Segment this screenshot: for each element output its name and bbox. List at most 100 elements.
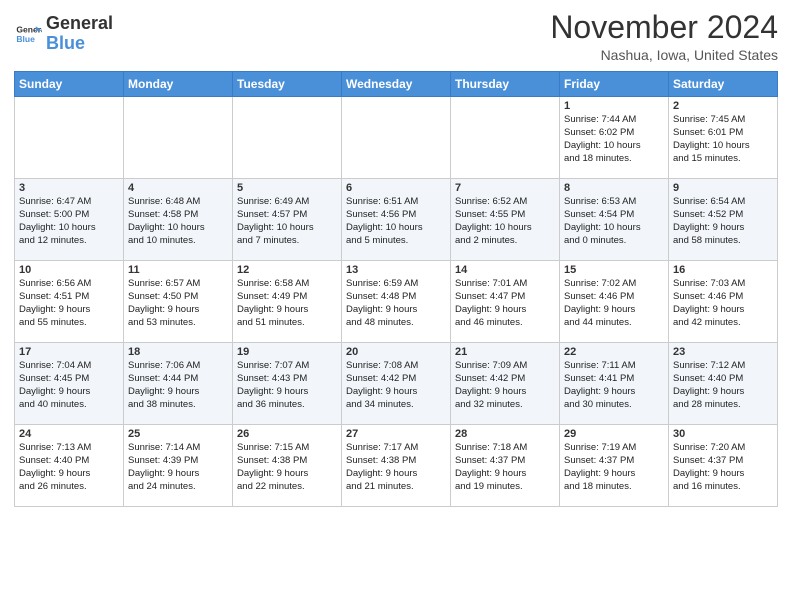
calendar-week-row: 10 Sunrise: 6:56 AM Sunset: 4:51 PM Dayli… — [15, 261, 778, 343]
cell-info: Sunrise: 7:06 AM Sunset: 4:44 PM Dayligh… — [128, 360, 228, 411]
svg-text:Blue: Blue — [16, 34, 35, 44]
cell-info: Sunrise: 7:02 AM Sunset: 4:46 PM Dayligh… — [564, 278, 664, 329]
calendar-cell — [124, 97, 233, 179]
calendar-cell: 16 Sunrise: 7:03 AM Sunset: 4:46 PM Dayli… — [669, 261, 778, 343]
logo-icon: General Blue — [14, 20, 42, 48]
day-number: 1 — [564, 100, 664, 112]
cell-info: Sunrise: 7:17 AM Sunset: 4:38 PM Dayligh… — [346, 442, 446, 493]
cell-info: Sunrise: 7:01 AM Sunset: 4:47 PM Dayligh… — [455, 278, 555, 329]
calendar-cell: 10 Sunrise: 6:56 AM Sunset: 4:51 PM Dayli… — [15, 261, 124, 343]
calendar-cell: 24Sunrise: 7:13 AM Sunset: 4:40 PM Dayli… — [15, 425, 124, 507]
cell-info: Sunrise: 7:09 AM Sunset: 4:42 PM Dayligh… — [455, 360, 555, 411]
main-container: General Blue General Blue November 2024 … — [0, 0, 792, 517]
cell-info: Sunrise: 7:07 AM Sunset: 4:43 PM Dayligh… — [237, 360, 337, 411]
calendar-cell: 23 Sunrise: 7:12 AM Sunset: 4:40 PM Dayli… — [669, 343, 778, 425]
cell-info: Sunrise: 6:48 AM Sunset: 4:58 PM Dayligh… — [128, 196, 228, 247]
cell-info: Sunrise: 6:53 AM Sunset: 4:54 PM Dayligh… — [564, 196, 664, 247]
cell-info: Sunrise: 7:20 AM Sunset: 4:37 PM Dayligh… — [673, 442, 773, 493]
day-number: 29 — [564, 428, 664, 440]
weekday-header: Thursday — [451, 72, 560, 97]
calendar-cell: 27Sunrise: 7:17 AM Sunset: 4:38 PM Dayli… — [342, 425, 451, 507]
day-number: 17 — [19, 346, 119, 358]
calendar-week-row: 24Sunrise: 7:13 AM Sunset: 4:40 PM Dayli… — [15, 425, 778, 507]
cell-info: Sunrise: 6:49 AM Sunset: 4:57 PM Dayligh… — [237, 196, 337, 247]
calendar-cell: 9 Sunrise: 6:54 AM Sunset: 4:52 PM Daylig… — [669, 179, 778, 261]
calendar-header: SundayMondayTuesdayWednesdayThursdayFrid… — [15, 72, 778, 97]
day-number: 7 — [455, 182, 555, 194]
title-block: November 2024 Nashua, Iowa, United State… — [550, 10, 778, 63]
logo-text: General Blue — [46, 14, 113, 54]
calendar-cell: 3Sunrise: 6:47 AM Sunset: 5:00 PM Daylig… — [15, 179, 124, 261]
weekday-header: Saturday — [669, 72, 778, 97]
day-number: 21 — [455, 346, 555, 358]
cell-info: Sunrise: 6:52 AM Sunset: 4:55 PM Dayligh… — [455, 196, 555, 247]
day-number: 23 — [673, 346, 773, 358]
weekday-header: Friday — [560, 72, 669, 97]
day-number: 22 — [564, 346, 664, 358]
cell-info: Sunrise: 6:54 AM Sunset: 4:52 PM Dayligh… — [673, 196, 773, 247]
day-number: 16 — [673, 264, 773, 276]
weekday-header: Tuesday — [233, 72, 342, 97]
day-number: 2 — [673, 100, 773, 112]
header: General Blue General Blue November 2024 … — [14, 10, 778, 63]
calendar-cell — [342, 97, 451, 179]
calendar-body: 1 Sunrise: 7:44 AM Sunset: 6:02 PM Daylig… — [15, 97, 778, 507]
cell-info: Sunrise: 7:03 AM Sunset: 4:46 PM Dayligh… — [673, 278, 773, 329]
calendar-cell: 18 Sunrise: 7:06 AM Sunset: 4:44 PM Dayli… — [124, 343, 233, 425]
day-number: 19 — [237, 346, 337, 358]
calendar-cell: 2Sunrise: 7:45 AM Sunset: 6:01 PM Daylig… — [669, 97, 778, 179]
logo: General Blue General Blue — [14, 14, 113, 54]
calendar-cell: 30 Sunrise: 7:20 AM Sunset: 4:37 PM Dayli… — [669, 425, 778, 507]
calendar-cell — [15, 97, 124, 179]
day-number: 24 — [19, 428, 119, 440]
calendar-cell: 28Sunrise: 7:18 AM Sunset: 4:37 PM Dayli… — [451, 425, 560, 507]
day-number: 30 — [673, 428, 773, 440]
calendar-cell: 22 Sunrise: 7:11 AM Sunset: 4:41 PM Dayli… — [560, 343, 669, 425]
cell-info: Sunrise: 7:19 AM Sunset: 4:37 PM Dayligh… — [564, 442, 664, 493]
cell-info: Sunrise: 6:47 AM Sunset: 5:00 PM Dayligh… — [19, 196, 119, 247]
calendar-cell: 19 Sunrise: 7:07 AM Sunset: 4:43 PM Dayli… — [233, 343, 342, 425]
day-number: 10 — [19, 264, 119, 276]
calendar-cell: 1 Sunrise: 7:44 AM Sunset: 6:02 PM Daylig… — [560, 97, 669, 179]
day-number: 5 — [237, 182, 337, 194]
location-subtitle: Nashua, Iowa, United States — [550, 47, 778, 63]
calendar-cell — [233, 97, 342, 179]
calendar-cell — [451, 97, 560, 179]
calendar-cell: 7 Sunrise: 6:52 AM Sunset: 4:55 PM Daylig… — [451, 179, 560, 261]
day-number: 13 — [346, 264, 446, 276]
calendar-week-row: 1 Sunrise: 7:44 AM Sunset: 6:02 PM Daylig… — [15, 97, 778, 179]
calendar-cell: 17 Sunrise: 7:04 AM Sunset: 4:45 PM Dayli… — [15, 343, 124, 425]
weekday-header: Wednesday — [342, 72, 451, 97]
cell-info: Sunrise: 7:44 AM Sunset: 6:02 PM Dayligh… — [564, 114, 664, 165]
cell-info: Sunrise: 6:56 AM Sunset: 4:51 PM Dayligh… — [19, 278, 119, 329]
calendar-cell: 5 Sunrise: 6:49 AM Sunset: 4:57 PM Daylig… — [233, 179, 342, 261]
cell-info: Sunrise: 6:58 AM Sunset: 4:49 PM Dayligh… — [237, 278, 337, 329]
calendar-cell: 21 Sunrise: 7:09 AM Sunset: 4:42 PM Dayli… — [451, 343, 560, 425]
cell-info: Sunrise: 7:11 AM Sunset: 4:41 PM Dayligh… — [564, 360, 664, 411]
calendar-cell: 13Sunrise: 6:59 AM Sunset: 4:48 PM Dayli… — [342, 261, 451, 343]
cell-info: Sunrise: 6:57 AM Sunset: 4:50 PM Dayligh… — [128, 278, 228, 329]
weekday-header: Monday — [124, 72, 233, 97]
calendar-table: SundayMondayTuesdayWednesdayThursdayFrid… — [14, 71, 778, 507]
cell-info: Sunrise: 7:14 AM Sunset: 4:39 PM Dayligh… — [128, 442, 228, 493]
day-number: 18 — [128, 346, 228, 358]
day-number: 28 — [455, 428, 555, 440]
cell-info: Sunrise: 7:12 AM Sunset: 4:40 PM Dayligh… — [673, 360, 773, 411]
calendar-cell: 26Sunrise: 7:15 AM Sunset: 4:38 PM Dayli… — [233, 425, 342, 507]
calendar-cell: 20Sunrise: 7:08 AM Sunset: 4:42 PM Dayli… — [342, 343, 451, 425]
day-number: 8 — [564, 182, 664, 194]
cell-info: Sunrise: 7:04 AM Sunset: 4:45 PM Dayligh… — [19, 360, 119, 411]
calendar-cell: 25 Sunrise: 7:14 AM Sunset: 4:39 PM Dayli… — [124, 425, 233, 507]
month-title: November 2024 — [550, 10, 778, 45]
day-number: 25 — [128, 428, 228, 440]
calendar-cell: 29 Sunrise: 7:19 AM Sunset: 4:37 PM Dayli… — [560, 425, 669, 507]
calendar-cell: 12Sunrise: 6:58 AM Sunset: 4:49 PM Dayli… — [233, 261, 342, 343]
calendar-cell: 11 Sunrise: 6:57 AM Sunset: 4:50 PM Dayli… — [124, 261, 233, 343]
day-number: 6 — [346, 182, 446, 194]
day-number: 11 — [128, 264, 228, 276]
day-number: 9 — [673, 182, 773, 194]
calendar-cell: 15Sunrise: 7:02 AM Sunset: 4:46 PM Dayli… — [560, 261, 669, 343]
cell-info: Sunrise: 7:15 AM Sunset: 4:38 PM Dayligh… — [237, 442, 337, 493]
calendar-cell: 8 Sunrise: 6:53 AM Sunset: 4:54 PM Daylig… — [560, 179, 669, 261]
day-number: 14 — [455, 264, 555, 276]
